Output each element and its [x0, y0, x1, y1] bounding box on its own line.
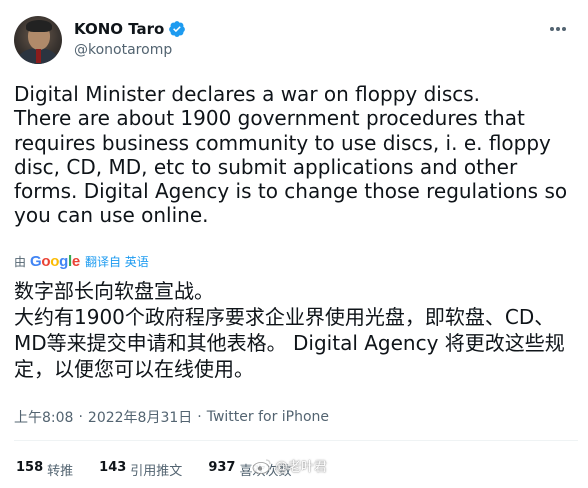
watermark: @老叶君	[252, 456, 327, 475]
verified-badge-icon	[169, 21, 186, 37]
tweet-text-translated: 数字部长向软盘宣战。 大约有1900个政府程序要求企业界使用光盘，即软盘、CD、…	[14, 279, 565, 381]
tweet-metadata: 上午8:08 · 2022年8月31日 · Twitter for iPhone	[14, 407, 329, 427]
more-options-icon[interactable]	[548, 18, 568, 38]
divider	[14, 440, 578, 441]
display-name[interactable]: KONO Taro	[74, 20, 164, 38]
user-handle[interactable]: @konotaromp	[74, 42, 172, 58]
tweet-time[interactable]: 上午8:08	[14, 407, 73, 427]
name-row: KONO Taro	[74, 20, 186, 38]
retweets-stat[interactable]: 158 转推	[16, 460, 73, 479]
translated-by-prefix: 由	[14, 255, 27, 269]
tweet-text-original: Digital Minister declares a war on flopp…	[14, 82, 568, 228]
tweet-source[interactable]: Twitter for iPhone	[207, 409, 329, 425]
translation-attribution: 由 Google 翻译自 英语	[14, 253, 149, 270]
google-logo: Google	[30, 253, 80, 270]
translate-source-link[interactable]: 翻译自 英语	[85, 253, 149, 270]
weibo-logo-icon	[252, 458, 271, 474]
tweet-date[interactable]: 2022年8月31日	[88, 407, 192, 427]
watermark-text: @老叶君	[275, 460, 328, 475]
meta-separator-1: ·	[78, 409, 83, 425]
meta-separator-2: ·	[197, 409, 202, 425]
avatar[interactable]	[14, 16, 62, 64]
quote-tweets-stat[interactable]: 143 引用推文	[99, 460, 182, 479]
tweet-card: KONO Taro @konotaromp Digital Minister d…	[0, 0, 588, 488]
